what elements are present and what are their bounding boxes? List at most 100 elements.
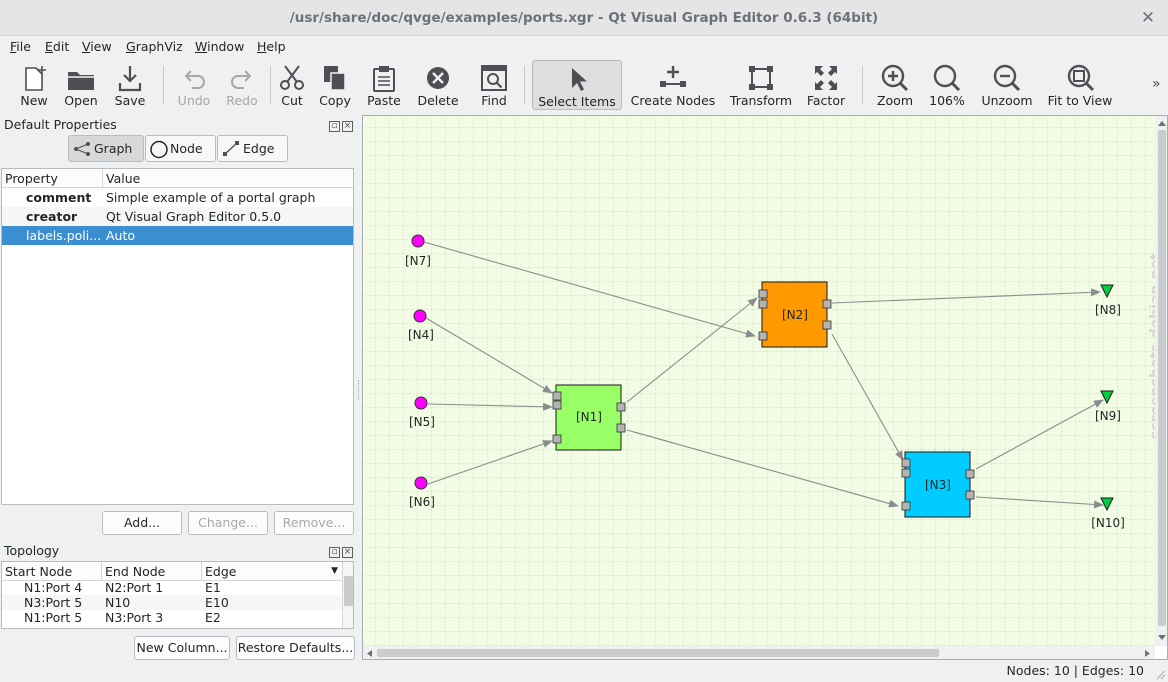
float-dock-icon[interactable]: ▫ bbox=[329, 547, 340, 558]
delete-icon bbox=[427, 67, 449, 89]
node-label: [N3] bbox=[925, 478, 951, 492]
port[interactable] bbox=[552, 434, 562, 444]
port[interactable] bbox=[901, 501, 911, 511]
add-property-button[interactable]: Add... bbox=[102, 511, 182, 535]
port[interactable] bbox=[758, 289, 768, 299]
port[interactable] bbox=[758, 331, 768, 341]
node-n1[interactable]: [N1] bbox=[552, 384, 626, 451]
delete-button[interactable]: Delete bbox=[414, 60, 462, 110]
unzoom-label: Unzoom bbox=[981, 93, 1033, 108]
tab-edge[interactable]: Edge bbox=[217, 135, 288, 162]
column-header-end-node[interactable]: End Node bbox=[102, 562, 202, 581]
node-n3[interactable]: [N3] bbox=[901, 451, 975, 518]
restore-defaults-button[interactable]: Restore Defaults... bbox=[236, 636, 355, 660]
port[interactable] bbox=[552, 400, 562, 410]
menu-window[interactable]: Window bbox=[195, 39, 244, 54]
column-header-start-node[interactable]: Start Node bbox=[2, 562, 102, 581]
graph-scene[interactable]: [N1] [N2] [N3] [N7] [N4] [N5] [N6] [N8] … bbox=[363, 116, 1168, 660]
port[interactable] bbox=[552, 391, 562, 401]
menu-edit[interactable]: Edit bbox=[45, 39, 69, 54]
zoom-reset-icon bbox=[933, 64, 961, 92]
factor-button[interactable]: Factor bbox=[803, 60, 849, 110]
port[interactable] bbox=[758, 299, 768, 309]
port[interactable] bbox=[822, 299, 832, 309]
delete-label: Delete bbox=[417, 93, 459, 108]
menu-view[interactable]: View bbox=[82, 39, 112, 54]
port[interactable] bbox=[901, 468, 911, 478]
resize-grip-icon[interactable] bbox=[1154, 668, 1166, 680]
start-node: N1:Port 4 bbox=[24, 580, 83, 595]
port[interactable] bbox=[616, 423, 626, 433]
dock-splitter-handle[interactable] bbox=[358, 380, 360, 400]
scrollbar-thumb[interactable] bbox=[344, 576, 353, 606]
horizontal-scrollbar-thumb[interactable] bbox=[377, 649, 939, 657]
port[interactable] bbox=[965, 490, 975, 500]
graph-canvas[interactable]: [N1] [N2] [N3] [N7] [N4] [N5] [N6] [N8] … bbox=[362, 115, 1168, 660]
new-column-button[interactable]: New Column... bbox=[134, 636, 230, 660]
change-property-button[interactable]: Change... bbox=[188, 511, 268, 535]
float-dock-icon[interactable]: ▫ bbox=[329, 121, 340, 132]
port[interactable] bbox=[901, 458, 911, 468]
paste-button[interactable]: Paste bbox=[362, 60, 406, 110]
port[interactable] bbox=[965, 469, 975, 479]
redo-button[interactable]: Redo bbox=[220, 60, 264, 110]
transform-label: Transform bbox=[729, 93, 793, 108]
circle-node-icon bbox=[150, 140, 168, 159]
topology-row[interactable]: N1:Port 4 N2:Port 1 E1 bbox=[2, 580, 342, 595]
redo-label: Redo bbox=[226, 93, 258, 108]
property-value: Qt Visual Graph Editor 0.5.0 bbox=[106, 209, 282, 224]
column-header-property[interactable]: Property bbox=[2, 169, 103, 188]
graph-icon bbox=[74, 142, 90, 156]
edge-icon bbox=[223, 141, 239, 156]
topology-table: Start Node End Node Edge ▼ N1:Port 4 N2:P… bbox=[1, 561, 354, 629]
new-button[interactable]: New bbox=[12, 60, 56, 110]
dock-controls: ▫ × bbox=[327, 544, 353, 558]
vertical-scrollbar-thumb[interactable] bbox=[1158, 130, 1166, 626]
column-header-value[interactable]: Value bbox=[103, 169, 353, 188]
zoom-button[interactable]: Zoom bbox=[872, 60, 918, 110]
fit-to-view-label: Fit to View bbox=[1047, 93, 1113, 108]
menu-file[interactable]: File bbox=[10, 39, 31, 54]
find-button[interactable]: Find bbox=[474, 60, 514, 110]
save-button[interactable]: Save bbox=[106, 60, 154, 110]
property-value: Auto bbox=[106, 228, 136, 243]
undo-button[interactable]: Undo bbox=[172, 60, 216, 110]
select-items-button[interactable]: Select Items bbox=[532, 60, 622, 110]
column-header-edge[interactable]: Edge ▼ bbox=[202, 562, 342, 581]
topology-scrollbar[interactable] bbox=[342, 562, 353, 628]
close-dock-icon[interactable]: × bbox=[342, 121, 353, 132]
property-row-selected[interactable]: labels.poli... Auto bbox=[2, 226, 353, 245]
node-n2[interactable]: [N2] bbox=[758, 281, 832, 348]
create-nodes-button[interactable]: Create Nodes bbox=[628, 60, 718, 110]
folder-icon bbox=[68, 72, 94, 90]
dock-controls: ▫ × bbox=[327, 118, 353, 132]
menu-help[interactable]: Help bbox=[257, 39, 286, 54]
zoom-level-label: 106% bbox=[929, 93, 965, 108]
topology-row[interactable]: N3:Port 5 N10 E10 bbox=[2, 595, 342, 610]
copy-button[interactable]: Copy bbox=[314, 60, 356, 110]
node-label: [N6] bbox=[409, 495, 435, 509]
topology-row[interactable]: N1:Port 5 N3:Port 3 E2 bbox=[2, 610, 342, 625]
toolbar-overflow-chevron[interactable]: » bbox=[1152, 76, 1161, 92]
zoom-out-icon bbox=[993, 64, 1021, 92]
remove-property-button[interactable]: Remove... bbox=[274, 511, 354, 535]
menu-graphviz[interactable]: GraphViz bbox=[126, 39, 183, 54]
scissors-icon bbox=[280, 65, 304, 90]
end-node: N2:Port 1 bbox=[105, 580, 164, 595]
cut-button[interactable]: Cut bbox=[274, 60, 310, 110]
port[interactable] bbox=[822, 320, 832, 330]
fit-to-view-button[interactable]: Fit to View bbox=[1044, 60, 1116, 110]
open-button[interactable]: Open bbox=[58, 60, 104, 110]
close-dock-icon[interactable]: × bbox=[342, 547, 353, 558]
transform-button[interactable]: Transform bbox=[726, 60, 796, 110]
close-window-button[interactable]: ✕ bbox=[1138, 8, 1158, 28]
save-label: Save bbox=[114, 93, 146, 108]
property-row[interactable]: comment Simple example of a portal graph bbox=[2, 188, 353, 207]
tab-node[interactable]: Node bbox=[145, 135, 216, 162]
unzoom-button[interactable]: Unzoom bbox=[978, 60, 1036, 110]
window-title: /usr/share/doc/qvge/examples/ports.xgr -… bbox=[289, 10, 879, 26]
property-row[interactable]: creator Qt Visual Graph Editor 0.5.0 bbox=[2, 207, 353, 226]
zoom-level-button[interactable]: 106% bbox=[924, 60, 970, 110]
tab-graph[interactable]: Graph bbox=[68, 135, 144, 162]
port[interactable] bbox=[616, 402, 626, 412]
